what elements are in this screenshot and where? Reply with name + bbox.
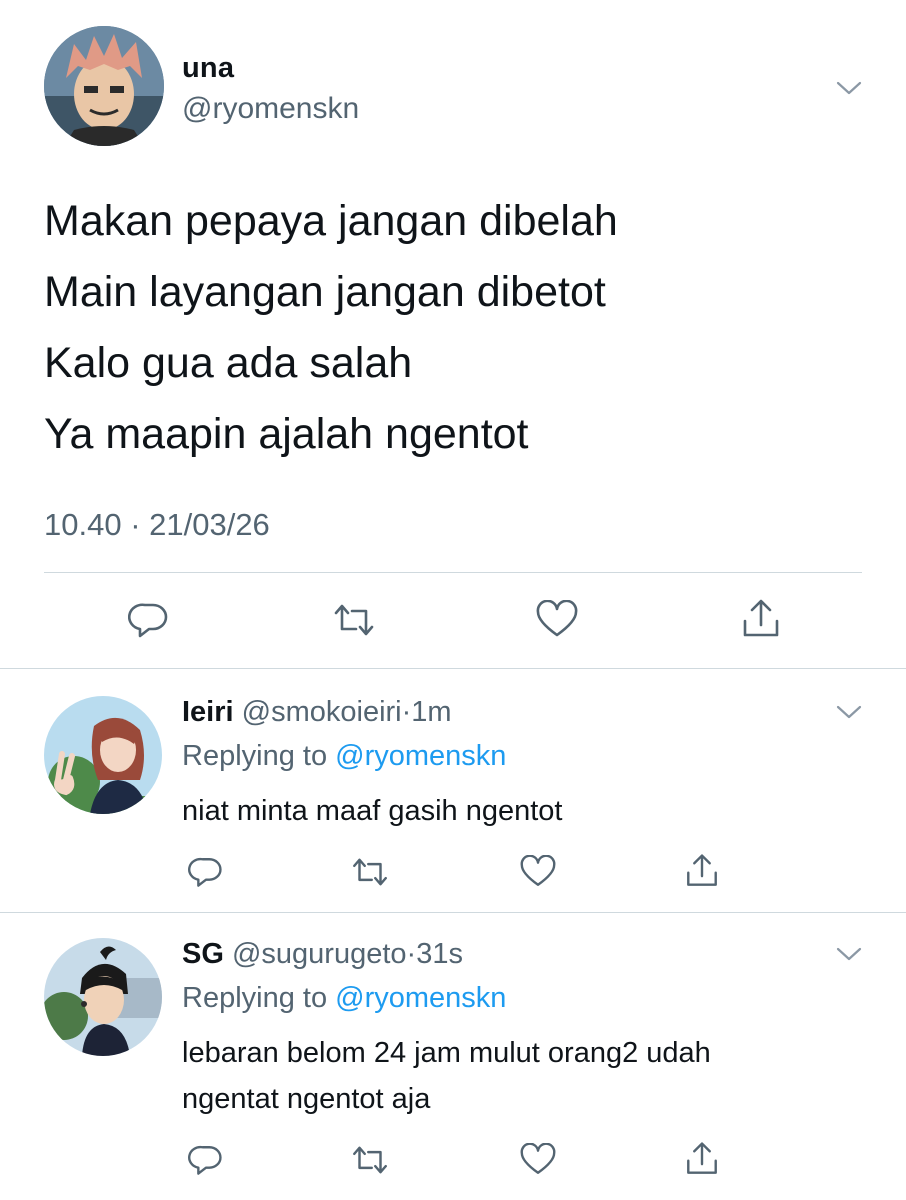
retweet-button[interactable] xyxy=(346,1140,394,1180)
separator-dot: · xyxy=(406,938,417,970)
reply-button[interactable] xyxy=(184,852,228,892)
replying-prefix: Replying to xyxy=(182,740,328,772)
chevron-down-icon[interactable] xyxy=(836,704,862,720)
retweet-icon xyxy=(349,855,391,889)
heart-icon xyxy=(519,1143,557,1177)
tweet-text: Makan pepaya jangan dibelah Main layanga… xyxy=(44,186,864,470)
like-button[interactable] xyxy=(516,1140,560,1180)
reply-button[interactable] xyxy=(124,598,174,642)
share-button[interactable] xyxy=(680,1138,724,1180)
reply-text: lebaran belom 24 jam mulut orang2 udah n… xyxy=(182,1030,862,1122)
tweet-timestamp[interactable]: 10.40 · 21/03/26 xyxy=(44,507,270,543)
reply-display-name[interactable]: Ieiri xyxy=(182,696,234,728)
tweet-line: Main layangan jangan dibetot xyxy=(44,268,606,316)
author-handle[interactable]: @ryomenskn xyxy=(182,92,359,126)
reply-time[interactable]: 1m xyxy=(411,696,451,728)
reply-icon xyxy=(188,1143,224,1177)
replying-to: Replying to @ryomenskn xyxy=(182,982,506,1015)
divider xyxy=(0,912,906,913)
avatar-una[interactable] xyxy=(44,26,164,146)
separator-dot: · xyxy=(401,696,412,728)
avatar-sg[interactable] xyxy=(44,938,162,1056)
reply-text-line: ngentat ngentot aja xyxy=(182,1083,431,1115)
author-display-name[interactable]: una xyxy=(182,52,234,85)
tweet-line: Makan pepaya jangan dibelah xyxy=(44,197,618,245)
reply-text-line: lebaran belom 24 jam mulut orang2 udah xyxy=(182,1037,711,1069)
chevron-down-icon[interactable] xyxy=(836,946,862,962)
divider xyxy=(44,572,862,573)
reply-header: Ieiri @smokoieiri·1m xyxy=(182,696,452,729)
avatar-ieiri[interactable] xyxy=(44,696,162,814)
reply-handle[interactable]: @smokoieiri xyxy=(242,696,402,728)
reply-display-name[interactable]: SG xyxy=(182,938,224,970)
retweet-icon xyxy=(330,601,378,639)
tweet-line: Kalo gua ada salah xyxy=(44,339,413,387)
divider xyxy=(0,668,906,669)
replying-to-link[interactable]: @ryomenskn xyxy=(335,740,506,772)
replying-to-link[interactable]: @ryomenskn xyxy=(335,982,506,1014)
reply-text: niat minta maaf gasih ngentot xyxy=(182,795,563,827)
chevron-down-icon[interactable] xyxy=(836,80,862,96)
share-button[interactable] xyxy=(680,850,724,892)
reply-icon xyxy=(188,855,224,889)
reply-button[interactable] xyxy=(184,1140,228,1180)
retweet-button[interactable] xyxy=(346,852,394,892)
reply-handle[interactable]: @sugurugeto xyxy=(232,938,407,970)
like-button[interactable] xyxy=(516,852,560,892)
reply-icon xyxy=(128,600,170,640)
retweet-button[interactable] xyxy=(327,598,381,642)
share-icon xyxy=(684,852,720,890)
heart-icon xyxy=(535,600,579,640)
like-button[interactable] xyxy=(532,598,582,642)
retweet-icon xyxy=(349,1143,391,1177)
reply-header: SG @sugurugeto·31s xyxy=(182,938,463,971)
reply-time[interactable]: 31s xyxy=(416,938,463,970)
share-icon xyxy=(684,1140,720,1178)
share-icon xyxy=(740,597,782,641)
replying-to: Replying to @ryomenskn xyxy=(182,740,506,773)
heart-icon xyxy=(519,855,557,889)
replying-prefix: Replying to xyxy=(182,982,328,1014)
share-button[interactable] xyxy=(736,596,786,642)
tweet-line: Ya maapin ajalah ngentot xyxy=(44,410,529,458)
